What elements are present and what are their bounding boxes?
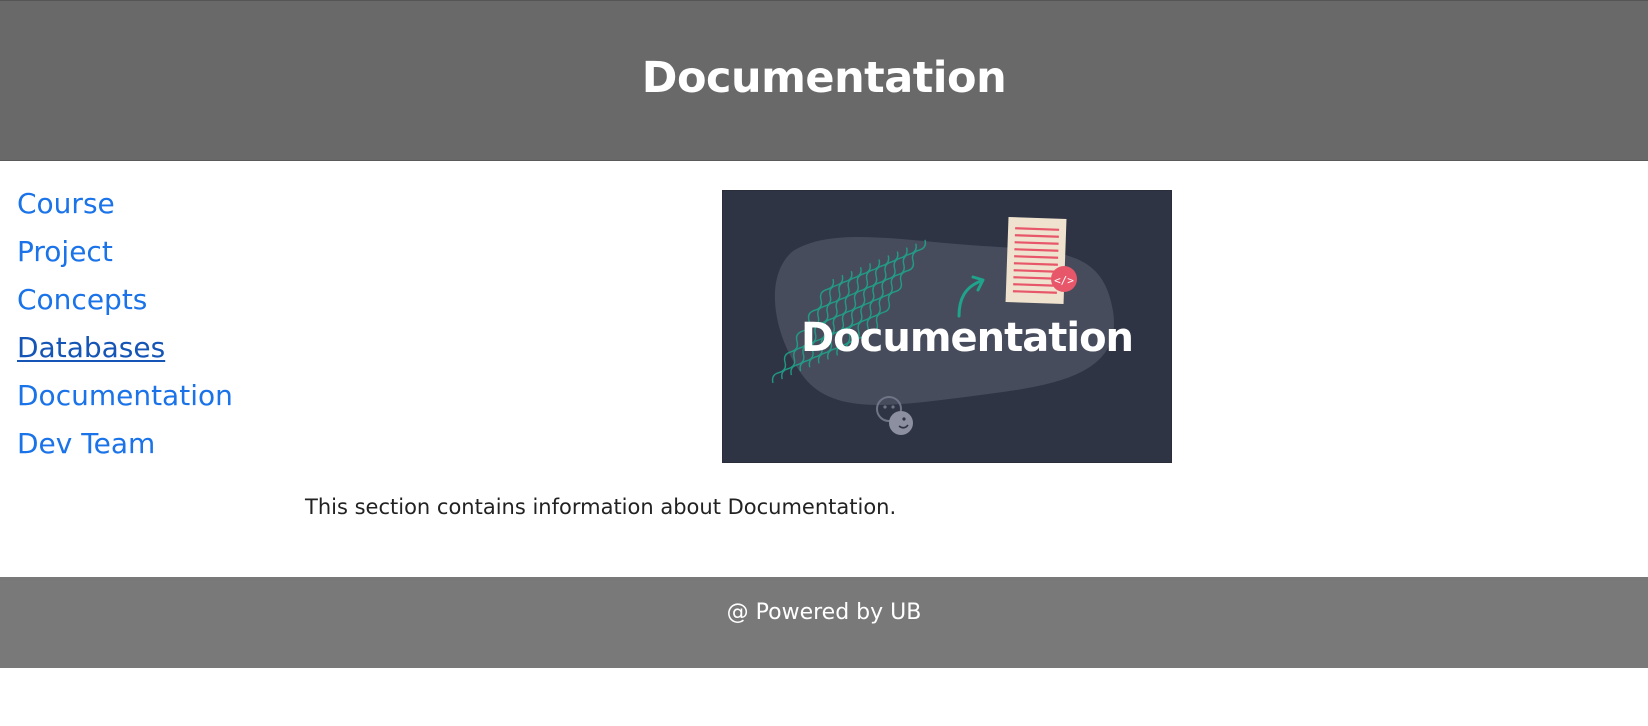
- sidebar-item-databases: Databases: [17, 330, 277, 378]
- sidebar-nav: Course Project Concepts Databases Docume…: [17, 186, 277, 474]
- nav-link-documentation[interactable]: Documentation: [17, 378, 233, 414]
- documentation-banner-image: </> Documentation: [722, 190, 1172, 463]
- sidebar-item-dev-team: Dev Team: [17, 426, 277, 474]
- sidebar-item-concepts: Concepts: [17, 282, 277, 330]
- page-footer: @ Powered by UB: [0, 577, 1648, 668]
- nav-link-project[interactable]: Project: [17, 234, 113, 270]
- banner-illustration: </> Documentation: [771, 217, 1134, 435]
- nav-link-concepts[interactable]: Concepts: [17, 282, 147, 318]
- sidebar-item-documentation: Documentation: [17, 378, 277, 426]
- code-badge-text: </>: [1054, 274, 1074, 287]
- sidebar-item-project: Project: [17, 234, 277, 282]
- sidebar-item-course: Course: [17, 186, 277, 234]
- page-title: Documentation: [641, 53, 1007, 103]
- footer-text: @ Powered by UB: [726, 600, 922, 625]
- nav-link-course[interactable]: Course: [17, 186, 115, 222]
- page-header: Documentation: [0, 0, 1648, 161]
- nav-link-dev-team[interactable]: Dev Team: [17, 426, 155, 462]
- banner-caption: Documentation: [801, 315, 1133, 361]
- section-description: This section contains information about …: [305, 495, 897, 519]
- nav-link-databases[interactable]: Databases: [17, 330, 165, 366]
